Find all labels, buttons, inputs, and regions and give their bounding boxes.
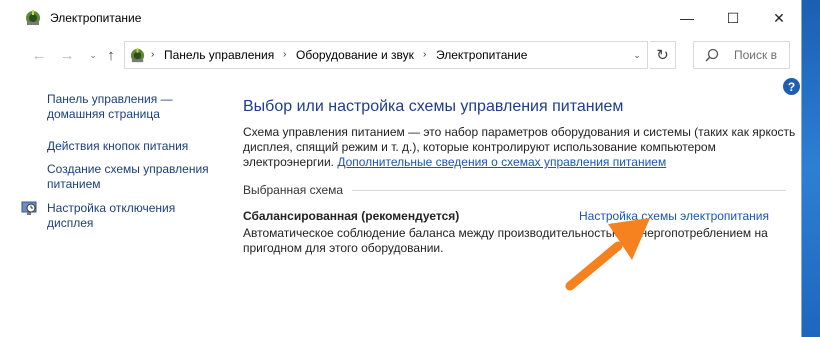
maximize-button[interactable]: ☐ (710, 0, 756, 36)
refresh-button[interactable]: ↻ (650, 41, 676, 69)
monitor-clock-icon (21, 201, 37, 215)
back-button[interactable]: ← (28, 44, 50, 66)
page-description: Схема управления питанием — это набор па… (243, 125, 803, 170)
section-divider (352, 190, 786, 191)
desktop-background (802, 0, 820, 337)
search-icon (705, 48, 719, 62)
page-title: Выбор или настройка схемы управления пит… (243, 98, 624, 115)
address-dropdown-button[interactable]: ⌄ (626, 41, 648, 69)
breadcrumb-power-options[interactable]: Электропитание (436, 48, 527, 62)
breadcrumb-separator[interactable]: › (151, 49, 154, 60)
search-placeholder: Поиск в (734, 48, 777, 62)
sidebar-link-power-buttons[interactable]: Действия кнопок питания (47, 139, 188, 154)
address-bar[interactable]: › Панель управления › Оборудование и зву… (124, 41, 648, 69)
power-options-icon (130, 47, 145, 63)
close-button[interactable]: ✕ (756, 0, 802, 36)
breadcrumb-control-panel[interactable]: Панель управления (164, 48, 274, 62)
power-options-icon (26, 10, 40, 25)
sidebar-link-create-plan[interactable]: Создание схемы управления питанием (47, 162, 217, 192)
up-button[interactable]: ↑ (100, 44, 122, 66)
search-box[interactable]: Поиск в (693, 41, 790, 69)
sidebar-link-home[interactable]: Панель управления — домашняя страница (47, 92, 197, 122)
title-bar[interactable]: Электропитание — ☐ ✕ (0, 0, 802, 36)
forward-button[interactable]: → (56, 44, 78, 66)
plan-name: Сбалансированная (рекомендуется) (243, 209, 460, 223)
navigation-bar: ← → ⌄ ↑ › Панель управления › Оборудован… (0, 36, 802, 76)
breadcrumb-separator[interactable]: › (423, 49, 426, 60)
minimize-button[interactable]: — (664, 0, 710, 36)
control-panel-window: Электропитание — ☐ ✕ ← → ⌄ ↑ › Панель уп… (0, 0, 802, 337)
window-title: Электропитание (50, 11, 142, 25)
plan-description: Автоматическое соблюдение баланса между … (243, 226, 768, 255)
more-info-link[interactable]: Дополнительные сведения о схемах управле… (337, 155, 666, 169)
breadcrumb-separator[interactable]: › (283, 49, 286, 60)
breadcrumb-hardware-sound[interactable]: Оборудование и звук (296, 48, 414, 62)
sidebar-link-display-off[interactable]: Настройка отключения дисплея (47, 201, 197, 231)
help-button[interactable]: ? (783, 78, 800, 95)
orange-arrow-annotation (565, 218, 650, 291)
selected-plan-heading: Выбранная схема (243, 183, 344, 197)
